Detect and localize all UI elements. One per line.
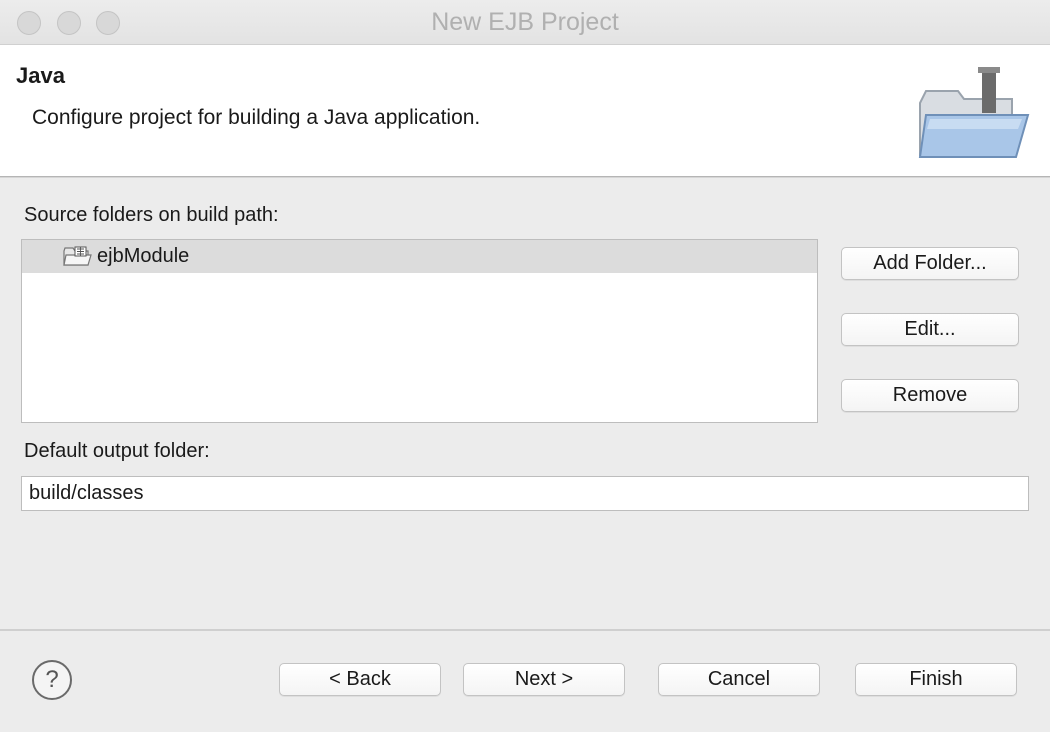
title-bar: New EJB Project (0, 0, 1050, 45)
list-item[interactable]: ejbModule (22, 240, 817, 273)
remove-button[interactable]: Remove (841, 379, 1019, 412)
page-title: Java (16, 63, 65, 88)
output-folder-label: Default output folder: (24, 440, 210, 462)
banner-separator (0, 177, 1050, 178)
finish-button[interactable]: Finish (855, 663, 1017, 696)
open-folder-icon (918, 67, 1030, 158)
next-button[interactable]: Next > (463, 663, 625, 696)
add-folder-button[interactable]: Add Folder... (841, 247, 1019, 280)
cancel-button[interactable]: Cancel (658, 663, 820, 696)
edit-button[interactable]: Edit... (841, 313, 1019, 346)
help-icon[interactable]: ? (32, 660, 72, 700)
output-folder-input[interactable]: build/classes (21, 476, 1029, 511)
footer-separator (0, 629, 1050, 631)
source-folder-icon (63, 246, 92, 266)
list-item-label: ejbModule (97, 245, 190, 267)
page-description: Configure project for building a Java ap… (32, 106, 481, 129)
source-folders-list[interactable]: ejbModule (21, 239, 818, 423)
wizard-banner: Java Configure project for building a Ja… (0, 45, 1050, 177)
window-title: New EJB Project (431, 8, 619, 36)
source-folders-label: Source folders on build path: (24, 204, 279, 226)
back-button[interactable]: < Back (279, 663, 441, 696)
